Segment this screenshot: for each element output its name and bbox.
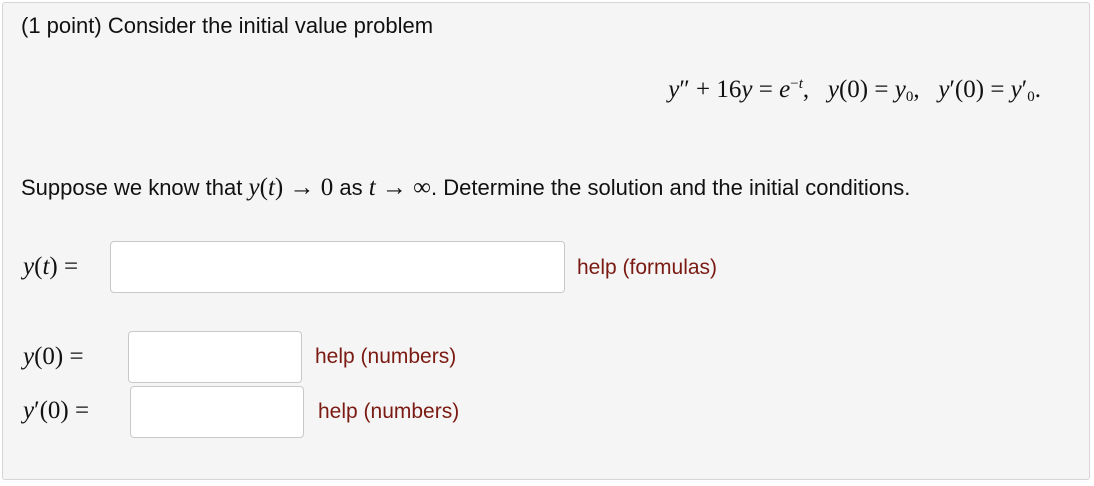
y-t-input[interactable] [110,241,565,293]
limit-condition: Suppose we know that y(t) → 0 as t → ∞. … [21,173,910,203]
differential-equation: y″ + 16y = e−t, y(0) = y0, y′(0) = y′0. [668,76,1041,105]
y0-input[interactable] [128,331,302,383]
limit-expression: y(t) → 0 [248,174,334,201]
y-t-label: y(t) = [23,253,79,280]
condition-suffix: . Determine the solution and the initial… [431,175,911,200]
problem-intro: (1 point) Consider the initial value pro… [21,13,434,38]
limit-variable: t → ∞ [368,174,431,201]
help-numbers-link-yp0[interactable]: help (numbers) [318,398,459,426]
y-prime-0-label: y′(0) = [23,397,90,424]
y0-label: y(0) = [23,343,84,370]
y-prime-0-input[interactable] [130,386,304,438]
condition-prefix: Suppose we know that [21,175,243,200]
condition-as: as [339,175,363,200]
problem-panel: (1 point) Consider the initial value pro… [2,2,1090,480]
help-formulas-link[interactable]: help (formulas) [577,254,717,282]
help-numbers-link-y0[interactable]: help (numbers) [315,343,456,371]
